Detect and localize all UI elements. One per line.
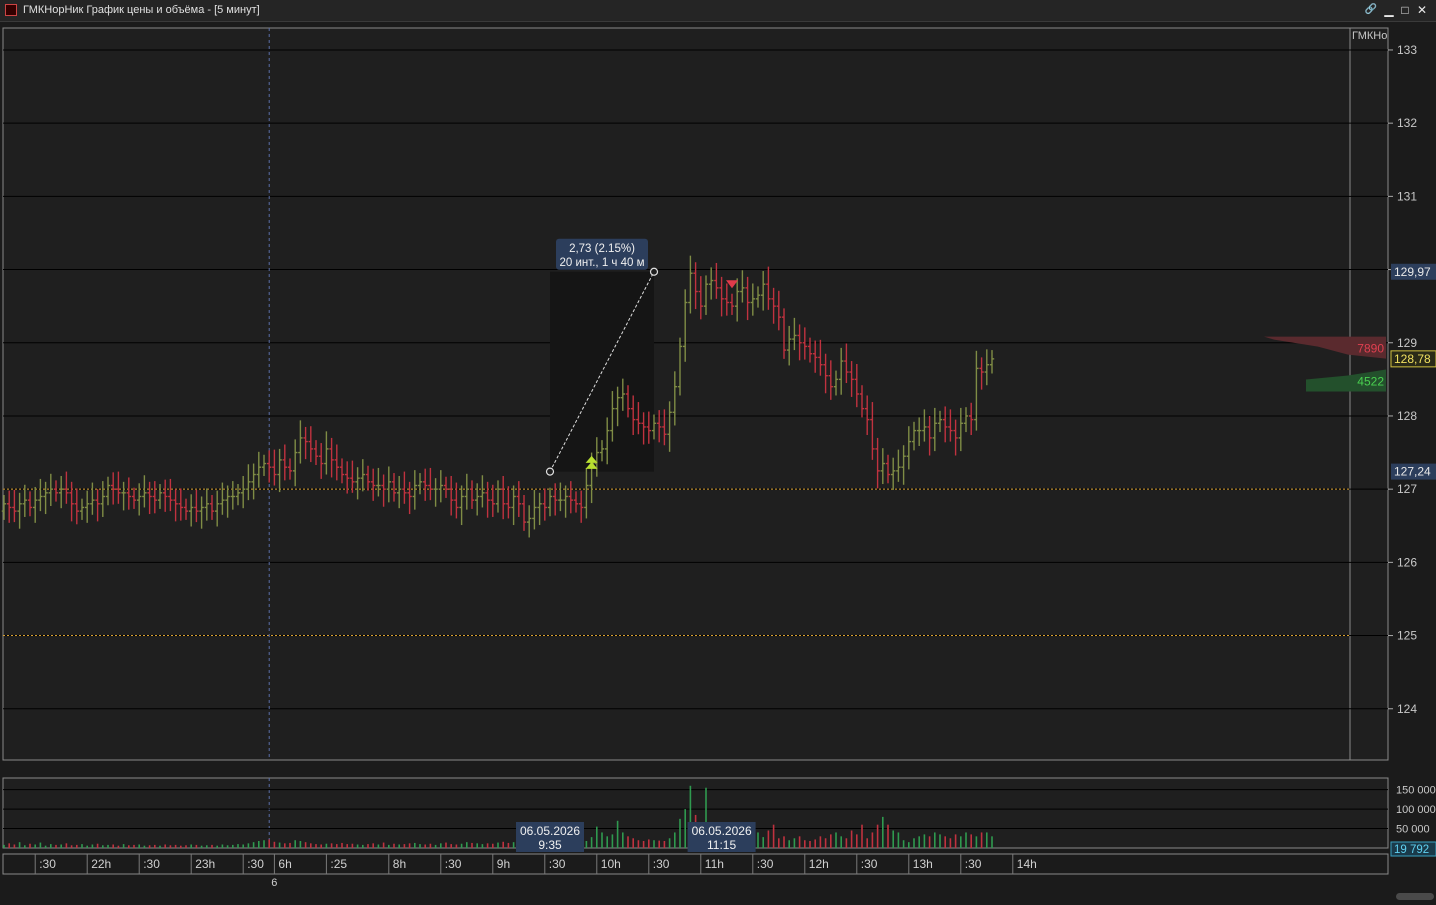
time-tick-label: :30 [861, 857, 878, 871]
window-title: ГМКНорНик График цены и объёма - [5 мину… [23, 4, 260, 16]
price-marker-label: 129,97 [1394, 265, 1431, 279]
price-marker-label: 127,24 [1394, 465, 1431, 479]
minimize-icon[interactable]: ▁ [1382, 3, 1396, 17]
time-tick-label: 14h [1017, 857, 1037, 871]
window-titlebar: ГМКНорНик График цены и объёма - [5 мину… [0, 0, 1436, 22]
measure-end-handle [649, 267, 659, 276]
date-label-time: 11:15 [707, 838, 736, 852]
date-label-date: 06.05.2026 [520, 824, 580, 838]
date-label-date: 06.05.2026 [692, 824, 752, 838]
price-volume-chart[interactable]: 124125126127128129130131132133ГМКНо150 0… [0, 22, 1436, 888]
time-tick-label: 13h [913, 857, 933, 871]
price-tick-label: 129 [1397, 336, 1417, 350]
price-pane [2, 27, 1389, 761]
price-tick-label: 126 [1397, 555, 1417, 569]
price-tick-label: 124 [1397, 702, 1417, 716]
close-icon[interactable]: ✕ [1415, 3, 1429, 17]
measure-start-handle [545, 467, 555, 476]
volume-profile-label: 4522 [1357, 375, 1384, 389]
time-tick-label: 6h [278, 857, 291, 871]
time-tick-label: :30 [445, 857, 462, 871]
volume-tick-label: 150 000 [1396, 785, 1436, 797]
link-icon[interactable]: 🔗 [1364, 3, 1378, 17]
time-tick-label: :25 [330, 857, 347, 871]
time-tick-label: :30 [965, 857, 982, 871]
app-chart-icon [5, 4, 17, 16]
price-tick-label: 127 [1397, 482, 1417, 496]
time-tick-label: 10h [601, 857, 621, 871]
horizontal-scrollbar-thumb[interactable] [1396, 893, 1434, 900]
time-tick-label: 22h [91, 857, 111, 871]
time-tick-label: :30 [143, 857, 160, 871]
instrument-label: ГМКНо [1352, 30, 1387, 42]
volume-current-label: 19 792 [1394, 844, 1429, 856]
time-tick-label: 23h [195, 857, 215, 871]
time-tick-label: 11h [705, 857, 724, 871]
session-date-label: 6 [271, 877, 277, 888]
time-tick-label: :30 [247, 857, 264, 871]
time-tick-label: 12h [809, 857, 829, 871]
time-tick-label: :30 [653, 857, 670, 871]
measure-label-change: 2,73 (2.15%) [569, 243, 635, 255]
volume-tick-label: 50 000 [1396, 824, 1430, 836]
price-tick-label: 132 [1397, 116, 1417, 130]
price-tick-label: 133 [1397, 43, 1417, 57]
date-label-time: 9:35 [538, 838, 562, 852]
price-tick-label: 128 [1397, 409, 1417, 423]
price-tick-label: 131 [1397, 189, 1417, 203]
time-tick-label: :30 [549, 857, 566, 871]
time-tick-label: :30 [757, 857, 774, 871]
volume-profile-label: 7890 [1357, 342, 1384, 356]
price-tick-label: 125 [1397, 629, 1417, 643]
volume-tick-label: 100 000 [1396, 804, 1436, 816]
time-tick-label: 9h [497, 857, 510, 871]
maximize-icon[interactable]: □ [1398, 3, 1412, 17]
measure-label-duration: 20 инт., 1 ч 40 м [559, 257, 644, 269]
price-marker-label: 128,78 [1394, 352, 1431, 366]
time-tick-label: 8h [393, 857, 406, 871]
time-tick-label: :30 [39, 857, 56, 871]
